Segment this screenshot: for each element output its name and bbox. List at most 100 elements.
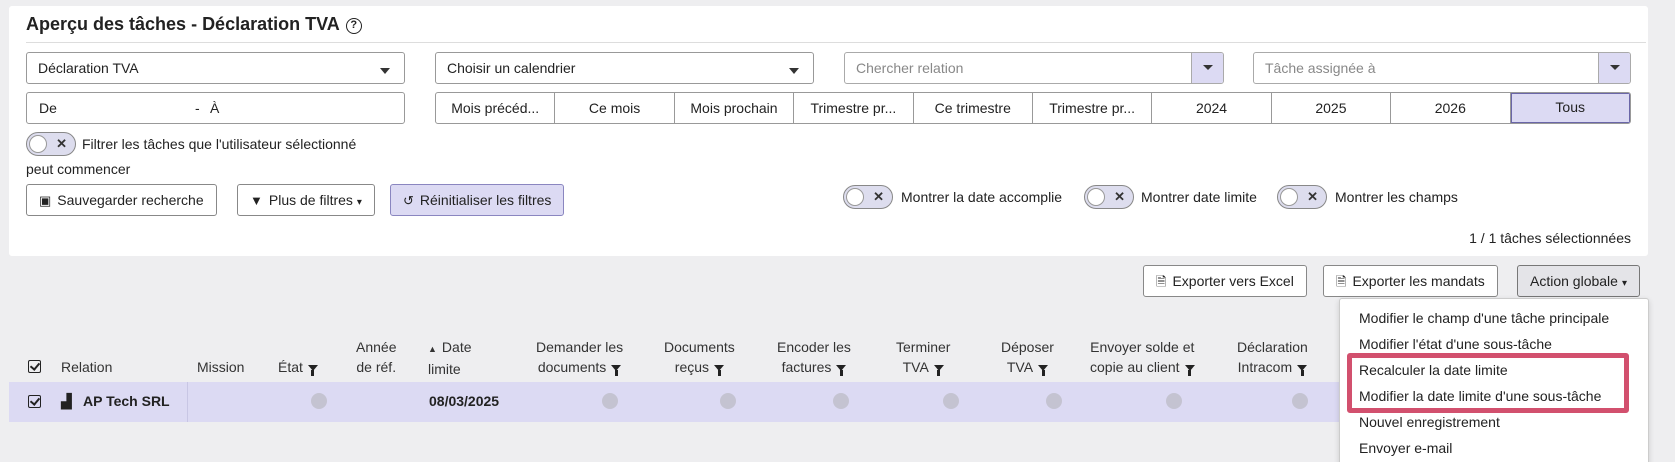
row-date-limite: 08/03/2025 bbox=[429, 393, 500, 409]
period-prev-quarter[interactable]: Trimestre pr... bbox=[794, 93, 914, 123]
status-dot[interactable] bbox=[602, 393, 618, 409]
row-relation[interactable]: AP Tech SRL bbox=[83, 393, 170, 409]
toggle-knob bbox=[1087, 188, 1105, 206]
export-mandates-button[interactable]: 🗎 Exporter les mandats bbox=[1323, 265, 1498, 297]
filter-can-start-toggle[interactable]: ✕ bbox=[26, 132, 76, 156]
filter-icon[interactable] bbox=[714, 365, 725, 376]
checkbox-icon bbox=[28, 360, 41, 373]
date-from[interactable]: De bbox=[39, 100, 57, 116]
toggle-knob bbox=[1280, 188, 1298, 206]
period-this-quarter[interactable]: Ce trimestre bbox=[914, 93, 1033, 123]
help-icon[interactable]: ? bbox=[345, 18, 362, 34]
col-relation[interactable]: Relation bbox=[61, 357, 112, 377]
col-demander-label-2: documents bbox=[537, 359, 607, 375]
col-deposer-tva[interactable]: Déposer TVA bbox=[1001, 337, 1054, 377]
col-demander[interactable]: Demander les documents bbox=[536, 337, 623, 377]
menu-item-new-record[interactable]: Nouvel enregistrement bbox=[1359, 414, 1500, 430]
period-all[interactable]: Tous bbox=[1510, 93, 1630, 123]
global-action-button[interactable]: Action globale ▾ bbox=[1517, 265, 1640, 297]
save-search-button[interactable]: ▣ Sauvegarder recherche bbox=[26, 184, 217, 216]
date-separator: - bbox=[195, 100, 200, 116]
show-fields-toggle[interactable]: ✕ bbox=[1277, 185, 1327, 209]
row-checkbox[interactable] bbox=[28, 395, 41, 411]
status-dot[interactable] bbox=[720, 393, 736, 409]
col-docs-label-2: reçus bbox=[674, 359, 710, 375]
period-prev-month[interactable]: Mois précéd... bbox=[436, 93, 556, 123]
col-mission[interactable]: Mission bbox=[197, 357, 244, 377]
col-annee[interactable]: Année de réf. bbox=[356, 337, 396, 377]
chevron-down-icon: ▾ bbox=[356, 197, 362, 208]
col-encoder[interactable]: Encoder les factures bbox=[777, 337, 851, 377]
toggle-knob bbox=[846, 188, 864, 206]
period-2025[interactable]: 2025 bbox=[1272, 93, 1392, 123]
col-envoyer-label-2: copie au client bbox=[1090, 359, 1180, 375]
export-excel-button[interactable]: 🗎 Exporter vers Excel bbox=[1143, 265, 1307, 297]
date-range-field[interactable]: De - À bbox=[26, 92, 405, 124]
filter-icon[interactable] bbox=[611, 365, 622, 376]
status-dot[interactable] bbox=[833, 393, 849, 409]
col-etat[interactable]: État bbox=[278, 357, 318, 377]
divider bbox=[26, 42, 1646, 43]
filter-icon[interactable] bbox=[1038, 365, 1049, 376]
col-docs-label-1: Documents bbox=[664, 339, 735, 355]
page-title-text: Aperçu des tâches - Déclaration TVA bbox=[26, 14, 340, 34]
col-envoyer[interactable]: Envoyer solde et copie au client bbox=[1090, 337, 1195, 377]
period-next-quarter[interactable]: Trimestre pr... bbox=[1033, 93, 1153, 123]
col-intracom[interactable]: Déclaration Intracom bbox=[1237, 337, 1308, 377]
period-2026[interactable]: 2026 bbox=[1391, 93, 1511, 123]
relation-placeholder: Chercher relation bbox=[856, 60, 964, 76]
date-to[interactable]: À bbox=[210, 100, 219, 116]
close-icon: ✕ bbox=[873, 189, 884, 204]
col-demander-label-1: Demander les bbox=[536, 339, 624, 355]
chevron-down-icon bbox=[1203, 65, 1213, 70]
filter-icon[interactable] bbox=[836, 365, 847, 376]
close-icon: ✕ bbox=[56, 136, 67, 151]
global-action-label: Action globale bbox=[1530, 273, 1618, 289]
assigned-placeholder: Tâche assignée à bbox=[1265, 60, 1376, 76]
export-excel-label: Exporter vers Excel bbox=[1172, 273, 1294, 289]
col-terminer-tva[interactable]: Terminer TVA bbox=[896, 337, 950, 377]
status-dot[interactable] bbox=[1292, 393, 1308, 409]
col-deposer-label-2: TVA bbox=[1006, 359, 1034, 375]
col-intracom-label-1: Déclaration bbox=[1237, 339, 1308, 355]
col-date-limite[interactable]: ▲ Date limite bbox=[428, 337, 472, 379]
period-2024[interactable]: 2024 bbox=[1152, 93, 1272, 123]
period-selector: Mois précéd... Ce mois Mois prochain Tri… bbox=[435, 92, 1631, 124]
status-dot[interactable] bbox=[311, 393, 327, 409]
period-next-month[interactable]: Mois prochain bbox=[675, 93, 795, 123]
menu-item-modify-subtask-state[interactable]: Modifier l'état d'une sous-tâche bbox=[1359, 336, 1552, 352]
page-title: Aperçu des tâches - Déclaration TVA? bbox=[26, 14, 362, 35]
save-icon: ▣ bbox=[39, 193, 52, 208]
relation-search-input[interactable]: Chercher relation bbox=[844, 52, 1224, 84]
menu-item-send-email[interactable]: Envoyer e-mail bbox=[1359, 440, 1452, 456]
status-dot[interactable] bbox=[943, 393, 959, 409]
more-filters-label: Plus de filtres bbox=[268, 192, 353, 208]
status-dot[interactable] bbox=[1046, 393, 1062, 409]
assigned-to-input[interactable]: Tâche assignée à bbox=[1253, 52, 1631, 84]
show-fields-label: Montrer les champs bbox=[1335, 189, 1458, 205]
col-docs-recus[interactable]: Documents reçus bbox=[664, 337, 735, 377]
show-completed-toggle[interactable]: ✕ bbox=[843, 185, 893, 209]
column-divider bbox=[187, 382, 188, 422]
show-deadline-toggle[interactable]: ✕ bbox=[1084, 185, 1134, 209]
period-this-month[interactable]: Ce mois bbox=[555, 93, 675, 123]
col-annee-label-2: de réf. bbox=[356, 359, 397, 375]
task-type-select[interactable]: Déclaration TVA bbox=[26, 52, 405, 84]
select-all-checkbox[interactable] bbox=[28, 360, 41, 376]
filter-icon[interactable] bbox=[307, 365, 318, 376]
menu-item-modify-main-field[interactable]: Modifier le champ d'une tâche principale bbox=[1359, 310, 1609, 326]
status-dot[interactable] bbox=[1166, 393, 1182, 409]
assigned-dropdown-button[interactable] bbox=[1598, 53, 1630, 83]
more-filters-button[interactable]: ▼ Plus de filtres ▾ bbox=[237, 184, 375, 216]
calendar-select[interactable]: Choisir un calendrier bbox=[435, 52, 814, 84]
filter-panel: Aperçu des tâches - Déclaration TVA? bbox=[9, 6, 1648, 256]
reset-filters-button[interactable]: ↺ Réinitialiser les filtres bbox=[390, 184, 565, 216]
col-intracom-label-2: Intracom bbox=[1237, 359, 1293, 375]
chevron-down-icon: ▾ bbox=[1621, 278, 1627, 289]
filter-icon[interactable] bbox=[1297, 365, 1308, 376]
relation-dropdown-button[interactable] bbox=[1191, 53, 1223, 83]
filter-icon[interactable] bbox=[1184, 365, 1195, 376]
export-mandates-label: Exporter les mandats bbox=[1352, 273, 1485, 289]
filter-icon[interactable] bbox=[933, 365, 944, 376]
factory-icon: ▟ bbox=[61, 393, 72, 409]
